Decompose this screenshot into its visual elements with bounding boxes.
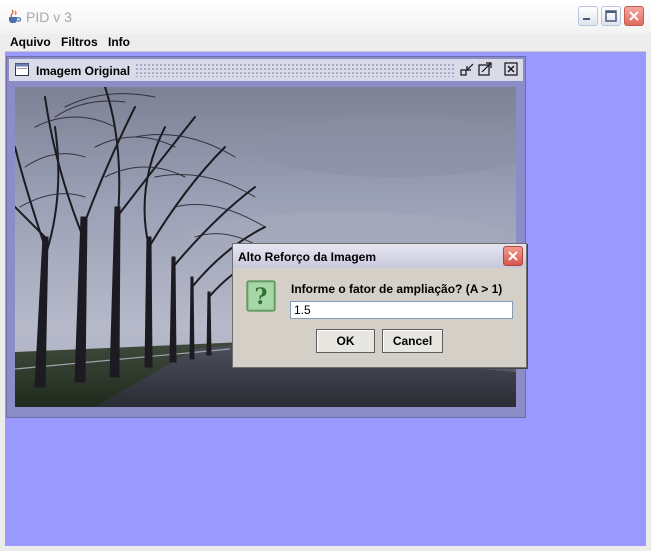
java-cup-icon xyxy=(9,9,22,23)
dialog-titlebar[interactable]: Alto Reforço da Imagem xyxy=(233,244,526,268)
window-title: PID v 3 xyxy=(26,9,72,25)
amplification-factor-input[interactable] xyxy=(290,301,513,319)
window-border-right xyxy=(646,51,651,551)
close-icon xyxy=(508,251,518,261)
dialog-close-button[interactable] xyxy=(503,246,523,266)
window-titlebar[interactable]: PID v 3 xyxy=(0,0,651,35)
ok-button[interactable]: OK xyxy=(316,329,375,353)
close-icon xyxy=(629,11,639,21)
titlebar-texture xyxy=(135,63,455,77)
menu-aquivo[interactable]: Aquivo xyxy=(10,35,51,49)
svg-text:?: ? xyxy=(255,284,268,310)
question-icon: ? xyxy=(246,280,276,312)
maximize-icon[interactable] xyxy=(478,62,493,77)
iconify-icon[interactable] xyxy=(460,62,475,77)
internal-frame-titlebar[interactable]: Imagem Original xyxy=(9,59,523,81)
close-button[interactable] xyxy=(624,6,644,26)
menu-info[interactable]: Info xyxy=(108,35,130,49)
alto-reforco-dialog[interactable]: Alto Reforço da Imagem ? Informe o fator… xyxy=(232,243,527,368)
maximize-button[interactable] xyxy=(601,6,621,26)
dialog-message: Informe o fator de ampliação? (A > 1) xyxy=(291,282,503,296)
minimize-button[interactable] xyxy=(578,6,598,26)
menu-filtros[interactable]: Filtros xyxy=(61,35,98,49)
maximize-icon xyxy=(605,10,617,22)
frame-icon xyxy=(15,63,29,76)
dialog-title: Alto Reforço da Imagem xyxy=(238,250,377,264)
minimize-icon xyxy=(583,18,590,20)
app-window: PID v 3 Aquivo Filtros Info Imagem Origi… xyxy=(0,0,651,551)
close-icon[interactable] xyxy=(504,62,519,77)
window-border-bottom xyxy=(0,546,651,551)
menu-bar: Aquivo Filtros Info xyxy=(0,34,651,52)
cancel-button[interactable]: Cancel xyxy=(382,329,443,353)
internal-frame-title: Imagem Original xyxy=(36,64,131,78)
